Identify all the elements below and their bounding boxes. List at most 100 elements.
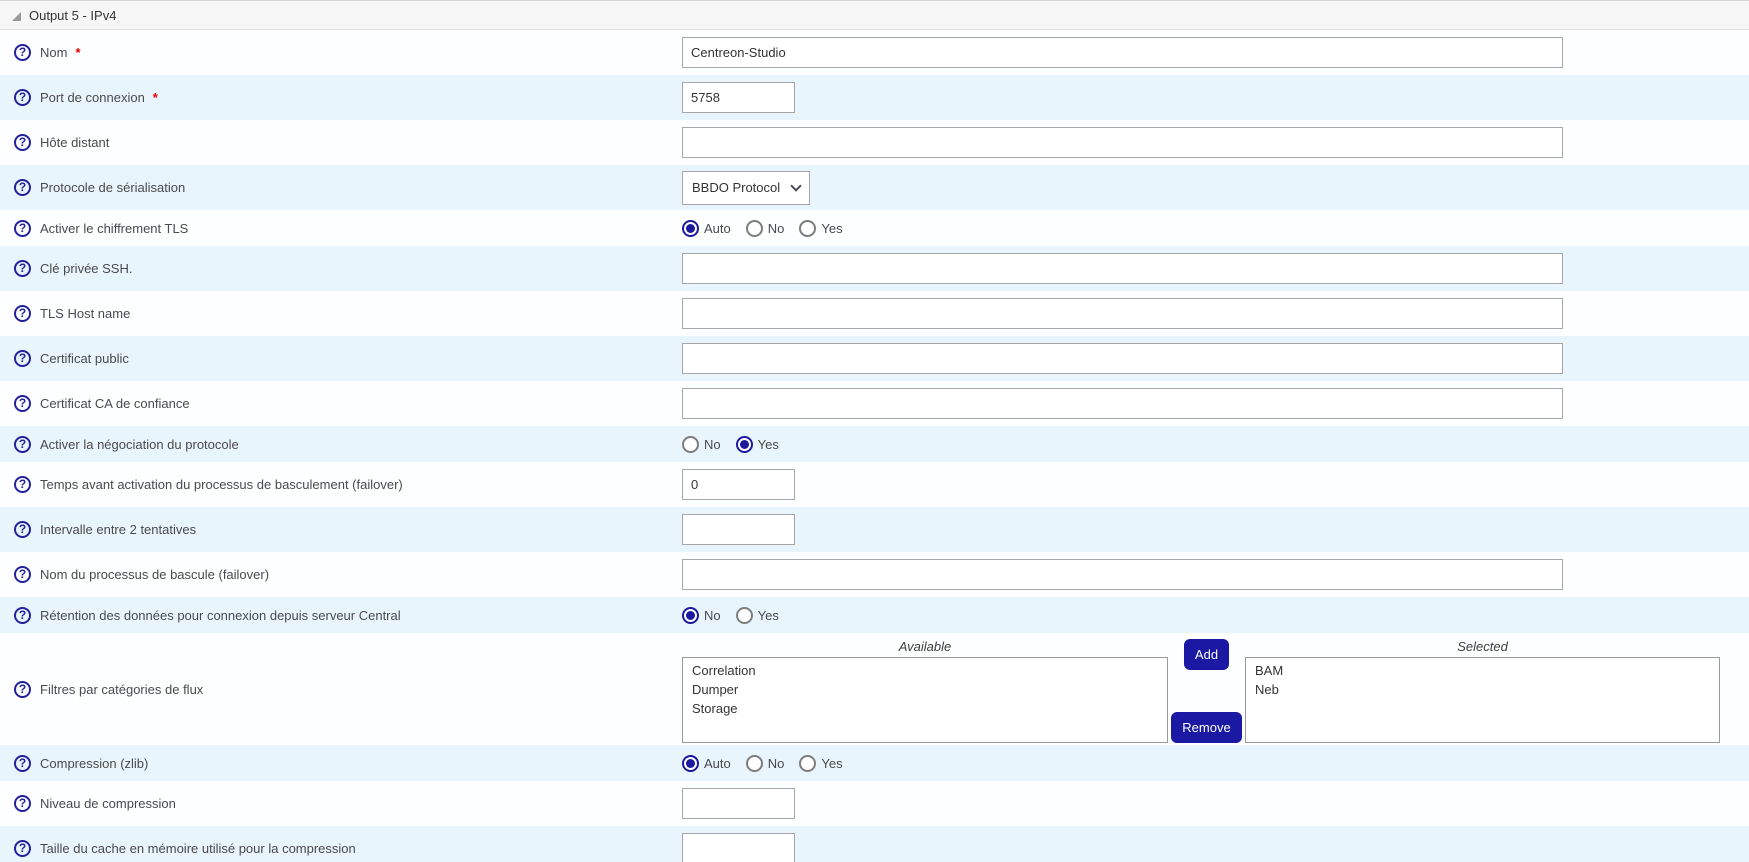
help-icon[interactable]: ? bbox=[14, 436, 31, 453]
field-label: Activer la négociation du protocole bbox=[40, 437, 239, 452]
selected-header: Selected bbox=[1245, 639, 1720, 657]
help-icon[interactable]: ? bbox=[14, 89, 31, 106]
help-icon[interactable]: ? bbox=[14, 681, 31, 698]
form-row-nom: ? Nom * bbox=[0, 30, 1749, 75]
tls-hostname-input[interactable] bbox=[682, 298, 1563, 329]
radio-no[interactable] bbox=[746, 755, 763, 772]
hote-distant-input[interactable] bbox=[682, 127, 1563, 158]
remove-button[interactable]: Remove bbox=[1171, 712, 1241, 743]
nom-processus-input[interactable] bbox=[682, 559, 1563, 590]
radio-yes[interactable] bbox=[799, 755, 816, 772]
list-item[interactable]: Dumper bbox=[683, 680, 1167, 699]
form-row-compression: ? Compression (zlib) Auto No Yes bbox=[0, 745, 1749, 781]
cle-ssh-input[interactable] bbox=[682, 253, 1563, 284]
niveau-compression-input[interactable] bbox=[682, 788, 795, 819]
form-row-cert-ca: ? Certificat CA de confiance bbox=[0, 381, 1749, 426]
form-row-negociation: ? Activer la négociation du protocole No… bbox=[0, 426, 1749, 462]
taille-cache-input[interactable] bbox=[682, 833, 795, 862]
form-row-nom-processus: ? Nom du processus de bascule (failover) bbox=[0, 552, 1749, 597]
radio-no[interactable] bbox=[746, 220, 763, 237]
radio-yes[interactable] bbox=[736, 607, 753, 624]
list-item[interactable]: BAM bbox=[1246, 661, 1719, 680]
field-label: Niveau de compression bbox=[40, 796, 176, 811]
temps-failover-input[interactable] bbox=[682, 469, 795, 500]
help-icon[interactable]: ? bbox=[14, 840, 31, 857]
field-label: Certificat CA de confiance bbox=[40, 396, 190, 411]
cert-public-input[interactable] bbox=[682, 343, 1563, 374]
dual-list: Available Correlation Dumper Storage Add… bbox=[682, 633, 1720, 743]
radio-yes[interactable] bbox=[736, 436, 753, 453]
radio-auto[interactable] bbox=[682, 755, 699, 772]
form-row-tls-hostname: ? TLS Host name bbox=[0, 291, 1749, 336]
collapse-triangle-icon[interactable] bbox=[12, 12, 21, 21]
list-item[interactable]: Correlation bbox=[683, 661, 1167, 680]
cert-ca-input[interactable] bbox=[682, 388, 1563, 419]
help-icon[interactable]: ? bbox=[14, 350, 31, 367]
form-row-intervalle: ? Intervalle entre 2 tentatives bbox=[0, 507, 1749, 552]
radio-auto[interactable] bbox=[682, 220, 699, 237]
required-asterisk: * bbox=[153, 90, 158, 105]
form-row-port: ? Port de connexion * bbox=[0, 75, 1749, 120]
form-row-cle-ssh: ? Clé privée SSH. bbox=[0, 246, 1749, 291]
field-label: Clé privée SSH. bbox=[40, 261, 132, 276]
intervalle-input[interactable] bbox=[682, 514, 795, 545]
help-icon[interactable]: ? bbox=[14, 260, 31, 277]
help-icon[interactable]: ? bbox=[14, 179, 31, 196]
port-input[interactable] bbox=[682, 82, 795, 113]
form-row-niveau-compression: ? Niveau de compression bbox=[0, 781, 1749, 826]
field-label: Intervalle entre 2 tentatives bbox=[40, 522, 196, 537]
radio-no[interactable] bbox=[682, 607, 699, 624]
field-label: Hôte distant bbox=[40, 135, 109, 150]
negociation-radio-group: No Yes bbox=[682, 436, 779, 453]
form-row-temps-failover: ? Temps avant activation du processus de… bbox=[0, 462, 1749, 507]
form-row-filtres-flux: ? Filtres par catégories de flux Availab… bbox=[0, 633, 1749, 745]
add-button[interactable]: Add bbox=[1184, 639, 1229, 670]
form-row-taille-cache: ? Taille du cache en mémoire utilisé pou… bbox=[0, 826, 1749, 862]
tls-radio-group: Auto No Yes bbox=[682, 220, 843, 237]
section-title: Output 5 - IPv4 bbox=[29, 8, 116, 23]
radio-yes[interactable] bbox=[799, 220, 816, 237]
protocole-select[interactable]: BBDO Protocol bbox=[682, 171, 810, 205]
chevron-down-icon bbox=[790, 180, 801, 191]
field-label: Nom bbox=[40, 45, 67, 60]
field-label: TLS Host name bbox=[40, 306, 130, 321]
select-value: BBDO Protocol bbox=[692, 180, 780, 195]
help-icon[interactable]: ? bbox=[14, 755, 31, 772]
compression-radio-group: Auto No Yes bbox=[682, 755, 843, 772]
form-row-retention: ? Rétention des données pour connexion d… bbox=[0, 597, 1749, 633]
field-label: Protocole de sérialisation bbox=[40, 180, 185, 195]
field-label: Compression (zlib) bbox=[40, 756, 148, 771]
required-asterisk: * bbox=[75, 45, 80, 60]
help-icon[interactable]: ? bbox=[14, 521, 31, 538]
help-icon[interactable]: ? bbox=[14, 134, 31, 151]
field-label: Activer le chiffrement TLS bbox=[40, 221, 188, 236]
field-label: Filtres par catégories de flux bbox=[40, 682, 203, 697]
form-row-tls: ? Activer le chiffrement TLS Auto No Yes bbox=[0, 210, 1749, 246]
retention-radio-group: No Yes bbox=[682, 607, 779, 624]
field-label: Taille du cache en mémoire utilisé pour … bbox=[40, 841, 356, 856]
field-label: Temps avant activation du processus de b… bbox=[40, 477, 403, 492]
available-header: Available bbox=[682, 639, 1168, 657]
form-row-cert-public: ? Certificat public bbox=[0, 336, 1749, 381]
form-row-protocole: ? Protocole de sérialisation BBDO Protoc… bbox=[0, 165, 1749, 210]
help-icon[interactable]: ? bbox=[14, 395, 31, 412]
help-icon[interactable]: ? bbox=[14, 476, 31, 493]
form-row-hote-distant: ? Hôte distant bbox=[0, 120, 1749, 165]
field-label: Port de connexion bbox=[40, 90, 145, 105]
radio-no[interactable] bbox=[682, 436, 699, 453]
nom-input[interactable] bbox=[682, 37, 1563, 68]
list-item[interactable]: Neb bbox=[1246, 680, 1719, 699]
help-icon[interactable]: ? bbox=[14, 220, 31, 237]
field-label: Certificat public bbox=[40, 351, 129, 366]
available-listbox[interactable]: Correlation Dumper Storage bbox=[682, 657, 1168, 743]
section-header: Output 5 - IPv4 bbox=[0, 0, 1749, 30]
list-item[interactable]: Storage bbox=[683, 699, 1167, 718]
help-icon[interactable]: ? bbox=[14, 795, 31, 812]
field-label: Rétention des données pour connexion dep… bbox=[40, 608, 401, 623]
selected-listbox[interactable]: BAM Neb bbox=[1245, 657, 1720, 743]
field-label: Nom du processus de bascule (failover) bbox=[40, 567, 269, 582]
help-icon[interactable]: ? bbox=[14, 566, 31, 583]
help-icon[interactable]: ? bbox=[14, 305, 31, 322]
help-icon[interactable]: ? bbox=[14, 607, 31, 624]
help-icon[interactable]: ? bbox=[14, 44, 31, 61]
